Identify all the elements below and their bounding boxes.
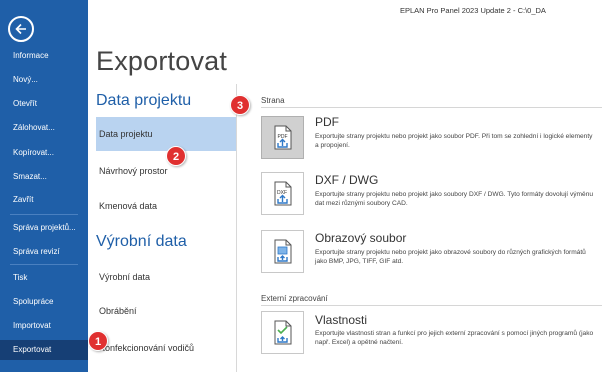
sidebar-item-zalohovat[interactable]: Zálohovat... xyxy=(0,118,88,138)
group-divider xyxy=(261,107,602,108)
option-desc-pdf: Exportujte strany projektu nebo projekt … xyxy=(315,133,593,149)
sidebar-item-spoluprace[interactable]: Spolupráce xyxy=(0,292,88,312)
sidebar-item-novy[interactable]: Nový... xyxy=(0,70,88,90)
sidebar-item-informace[interactable]: Informace xyxy=(0,46,88,66)
column-divider xyxy=(236,84,237,372)
nav-item-vyrobni-data[interactable]: Výrobní data xyxy=(96,260,236,294)
callout-badge-2: 2 xyxy=(166,146,186,166)
sidebar-item-importovat[interactable]: Importovat xyxy=(0,316,88,336)
sidebar-divider xyxy=(10,214,78,215)
sidebar-item-exportovat[interactable]: Exportovat xyxy=(0,340,88,360)
window-title: EPLAN Pro Panel 2023 Update 2 - C:\0_DA xyxy=(400,6,546,15)
back-arrow-icon[interactable] xyxy=(8,16,34,42)
sidebar-item-sprava-projektu[interactable]: Správa projektů... xyxy=(0,218,88,238)
callout-badge-1: 1 xyxy=(88,331,108,351)
page-title: Exportovat xyxy=(96,46,228,76)
sidebar-item-tisk[interactable]: Tisk xyxy=(0,268,88,288)
group-label-externi-zpracovani: Externí zpracování xyxy=(261,294,328,303)
group-divider xyxy=(261,305,602,306)
option-desc-dxf: Exportujte strany projektu nebo projekt … xyxy=(315,191,594,207)
nav-item-konfekcionovani-vodicu[interactable]: Konfekcionování vodičů xyxy=(96,331,236,365)
option-title-pdf[interactable]: PDF xyxy=(315,115,339,129)
option-desc-vlastnosti: Exportujte vlastnosti stran a funkcí pro… xyxy=(315,330,594,346)
sidebar-item-sprava-revizi[interactable]: Správa revizí xyxy=(0,242,88,262)
backstage-sidebar: Informace Nový... Otevřít Zálohovat... K… xyxy=(0,0,88,372)
sidebar-item-smazat[interactable]: Smazat... xyxy=(0,167,88,187)
sidebar-item-zavrit[interactable]: Zavřít xyxy=(0,190,88,210)
option-title-vlastnosti[interactable]: Vlastnosti xyxy=(315,313,367,327)
section-heading-data-projektu: Data projektu xyxy=(96,92,192,109)
dxf-export-icon[interactable]: DXF xyxy=(261,172,304,215)
nav-item-obrabeni[interactable]: Obrábění xyxy=(96,294,236,328)
option-title-dxf[interactable]: DXF / DWG xyxy=(315,173,378,187)
nav-item-kmenova-data[interactable]: Kmenová data xyxy=(96,189,236,223)
callout-badge-3: 3 xyxy=(230,95,250,115)
sidebar-item-otevrit[interactable]: Otevřít xyxy=(0,94,88,114)
nav-item-data-projektu[interactable]: Data projektu xyxy=(96,117,236,151)
image-export-icon[interactable] xyxy=(261,230,304,273)
section-heading-vyrobni-data: Výrobní data xyxy=(96,233,187,250)
sidebar-item-kopirovat[interactable]: Kopírovat... xyxy=(0,143,88,163)
group-label-strana: Strana xyxy=(261,96,285,105)
sidebar-divider xyxy=(10,264,78,265)
option-title-image[interactable]: Obrazový soubor xyxy=(315,231,406,245)
pdf-export-icon[interactable]: PDF xyxy=(261,116,304,159)
properties-export-icon[interactable] xyxy=(261,311,304,354)
option-desc-image: Exportujte strany projektu nebo projekt … xyxy=(315,249,586,265)
